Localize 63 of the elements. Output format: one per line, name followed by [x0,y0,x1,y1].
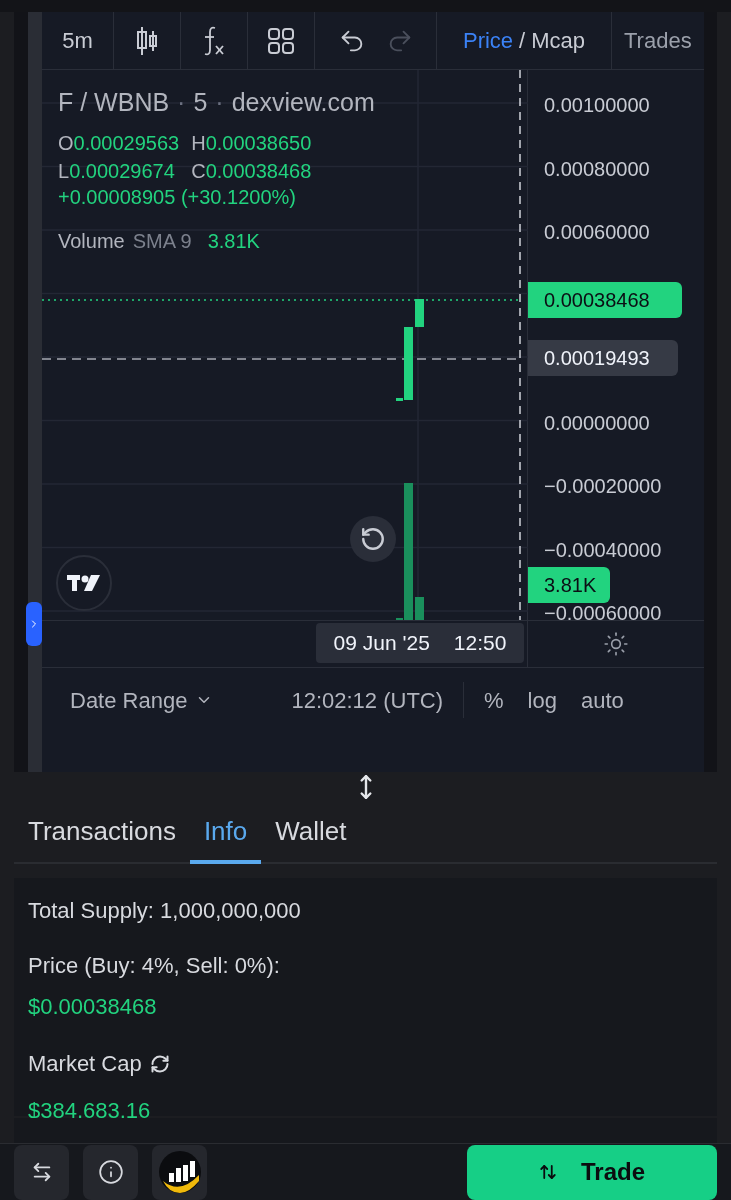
toggle-separator: / [519,27,526,55]
pair-name: F / WBNB [58,87,170,118]
dot-separator: · [215,87,224,118]
ohlc-value: 0.00038468 [205,158,312,184]
candlestick-icon[interactable] [135,25,159,56]
scale-option[interactable]: % [484,683,504,717]
scale-option[interactable]: log [527,683,557,717]
price-badge: 0.00038468 [528,282,682,318]
ohlc-label: C [191,158,206,184]
price-axis-label: 0.00080000 [544,156,650,182]
display-toggle-option[interactable]: Price [462,24,514,57]
interval-label: 5 [193,87,208,118]
price-badge: 0.00019493 [528,340,678,376]
volume-value: 3.81K [207,228,260,254]
price-label: Price (Buy: 4%, Sell: 0%): [28,952,281,980]
volume-bar [415,597,424,620]
price-axis-label: −0.00020000 [544,474,662,499]
date-range-dropdown[interactable]: Date Range [70,683,214,717]
ohlc-value: 0.00029674 [69,158,175,184]
time-text: 12:50 [453,630,507,657]
price-change: +0.00008905 (+30.1200%) [58,184,297,210]
tradingview-logo[interactable] [56,555,112,611]
ohlc-label: H [191,130,206,156]
trade-button[interactable]: Trade [467,1144,717,1200]
price-axis-label: −0.00060000 [544,601,662,626]
date-text: 09 Jun '25 [333,630,430,657]
section-tab[interactable]: Transactions [14,802,190,864]
price-value: $0.00038468 [28,993,158,1021]
panel-toggle-handle[interactable] [26,602,42,646]
display-toggle-option[interactable]: Mcap [531,24,585,57]
clock-text: 12:02:12 (UTC) [291,686,444,715]
market-cap-value: $384,683.16 [28,1097,152,1125]
price-axis-label: −0.00040000 [544,537,662,563]
ohlc-value: 0.00029563 [73,130,180,156]
refresh-icon[interactable] [149,1053,170,1074]
reset-chart-button[interactable] [350,516,396,562]
price-axis-label: 0.00100000 [544,93,650,118]
price-axis-label: 0.00060000 [544,220,650,245]
ohlc-label: O [58,130,74,156]
section-tab[interactable]: Info [189,802,262,864]
trades-tab[interactable]: Trades [624,24,692,57]
volume-label: Volume [58,228,125,254]
source-label: dexview.com [231,87,375,118]
total-supply-text: Total Supply: 1,000,000,000 [28,897,302,925]
scale-option[interactable]: auto [580,683,624,717]
price-axis-label: 0.00000000 [544,410,650,436]
candle [415,299,424,327]
info-button[interactable] [83,1144,138,1200]
info-icon [97,1159,124,1185]
interval-button[interactable]: 5m [62,24,93,57]
dot-separator: · [177,87,186,118]
market-cap-label: Market Cap [28,1050,142,1078]
ohlc-value: 0.00038650 [205,130,312,156]
reset-icon [360,526,386,552]
ohlc-label: L [58,158,70,184]
app-logo-button[interactable] [152,1144,207,1200]
price-badge: 3.81K [528,567,610,603]
swap-button[interactable] [14,1144,69,1200]
grid-icon[interactable] [267,26,295,55]
up-down-arrows-icon [539,1163,557,1181]
theme-icon[interactable] [603,631,629,657]
section-tab[interactable]: Wallet [261,802,361,864]
indicator-label: SMA 9 [132,228,192,254]
